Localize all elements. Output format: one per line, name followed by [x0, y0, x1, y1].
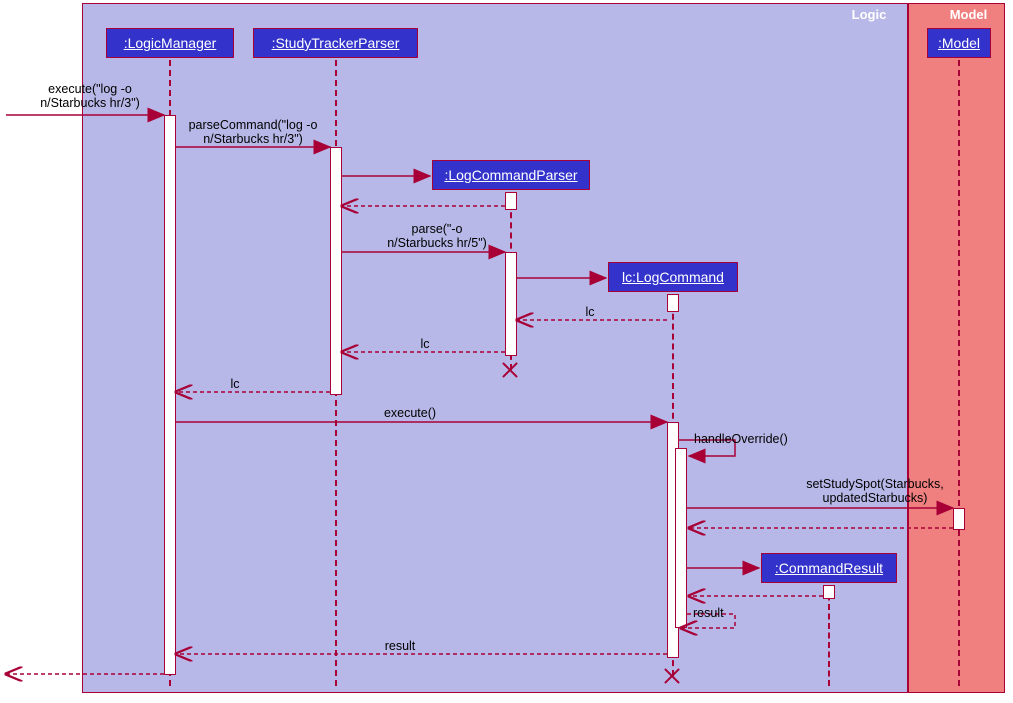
- lifeline-logcommandparser: :LogCommandParser: [432, 160, 590, 190]
- lifeline-logcommand: lc:LogCommand: [608, 262, 738, 292]
- model-frame-label: Model: [933, 4, 1004, 25]
- mdl-line: [958, 60, 960, 686]
- lm-activation: [164, 115, 176, 675]
- cr-activation: [823, 585, 835, 599]
- mdl-activation: [953, 508, 965, 530]
- msg-result-1: result: [693, 606, 743, 620]
- msg-handleoverride: handleOverride(): [694, 432, 824, 446]
- msg-lc-2: lc: [400, 337, 450, 351]
- msg-setstudyspot: setStudySpot(Starbucks, updatedStarbucks…: [780, 477, 970, 505]
- lc-activation-1: [667, 294, 679, 312]
- model-frame: Model: [908, 3, 1005, 693]
- lcp-activation-1: [505, 192, 517, 210]
- msg-parse: parse("-o n/Starbucks hr/5"): [362, 222, 512, 250]
- logic-frame: Logic: [82, 3, 908, 693]
- lc-activation-3: [675, 448, 687, 628]
- lcp-activation-2: [505, 252, 517, 356]
- msg-result-2: result: [370, 639, 430, 653]
- msg-execute: execute(): [360, 406, 460, 420]
- msg-lc-3: lc: [210, 377, 260, 391]
- msg-parsecommand: parseCommand("log -o n/Starbucks hr/3"): [158, 118, 348, 146]
- msg-lc-1: lc: [560, 305, 620, 319]
- msg-execute-in: execute("log -o n/Starbucks hr/3"): [20, 82, 160, 110]
- lifeline-model: :Model: [927, 28, 991, 58]
- cr-line: [828, 585, 830, 686]
- lifeline-studytrackerparser: :StudyTrackerParser: [253, 28, 418, 58]
- logic-frame-label: Logic: [831, 4, 907, 25]
- lifeline-commandresult: :CommandResult: [761, 553, 897, 583]
- lifeline-logicmanager: :LogicManager: [106, 28, 234, 58]
- stp-activation: [330, 147, 342, 395]
